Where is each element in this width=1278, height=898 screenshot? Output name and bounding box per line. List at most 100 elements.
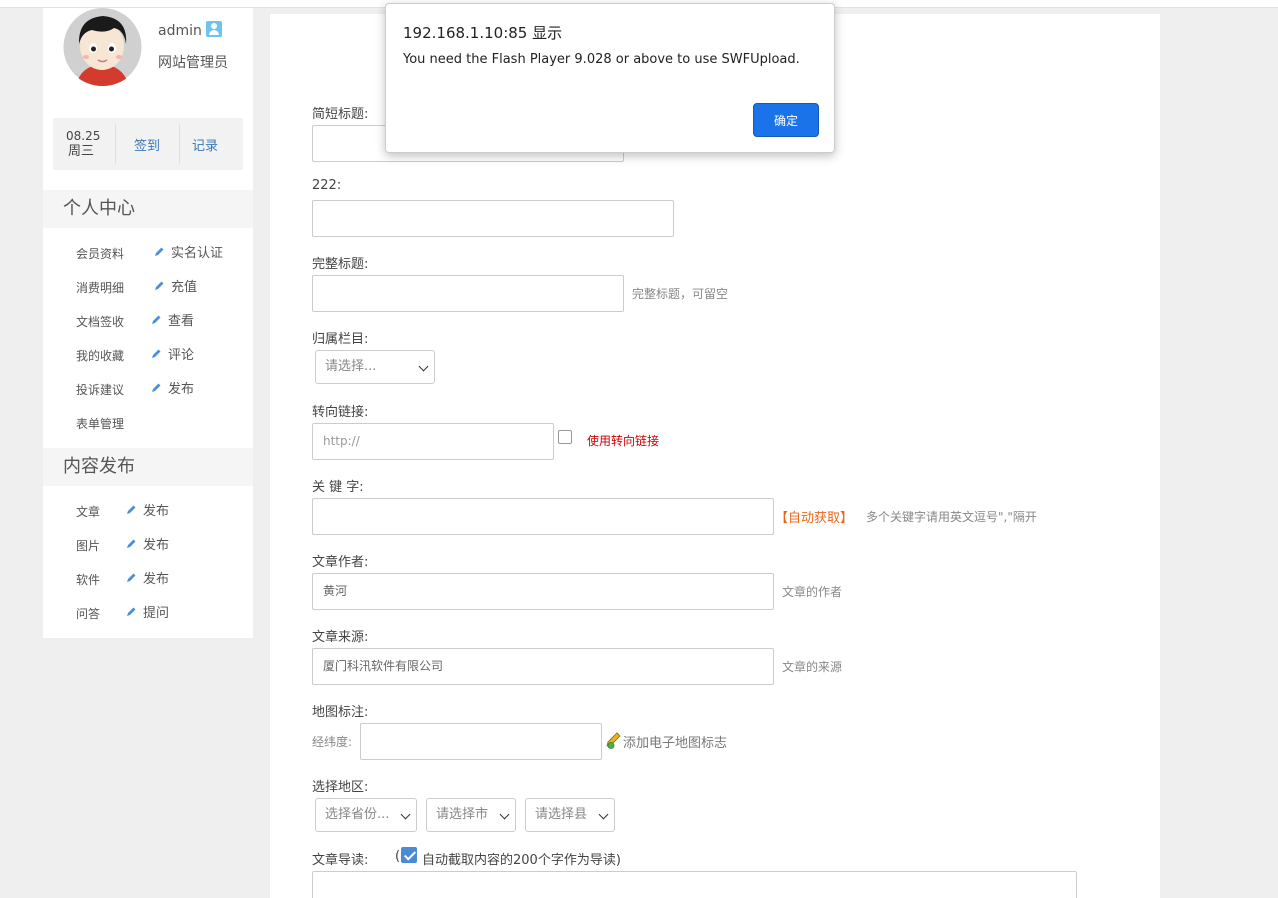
divider: [115, 124, 116, 164]
menu-row: 文档签收 查看: [43, 305, 253, 339]
menu-image[interactable]: 图片: [76, 529, 100, 563]
menu-realname-auth[interactable]: 实名认证: [153, 237, 223, 271]
menu-article[interactable]: 文章: [76, 495, 100, 529]
record-link[interactable]: 记录: [192, 135, 218, 154]
user-sidebar: admin 网站管理员 08.25 周三 签到 记录 个人中心 会员资料 实名认…: [43, 8, 253, 638]
menu-software-publish[interactable]: 发布: [125, 563, 169, 597]
menu-row: 投诉建议 发布: [43, 373, 253, 407]
signin-button[interactable]: 签到: [134, 135, 160, 154]
short-title-label: 简短标题:: [312, 107, 369, 122]
latlng-input[interactable]: [360, 723, 602, 760]
menu-row: 文章 发布: [43, 495, 253, 529]
menu-image-publish[interactable]: 发布: [125, 529, 169, 563]
category-select[interactable]: 请选择...: [315, 350, 435, 384]
menu-ask[interactable]: 提问: [125, 597, 169, 631]
full-title-label: 完整标题:: [312, 257, 369, 272]
menu-label: 发布: [143, 504, 170, 519]
menu-row: 表单管理: [43, 407, 253, 441]
auto-get-keywords-button[interactable]: 【自动获取】: [775, 507, 853, 526]
menu-comments[interactable]: 评论: [150, 339, 194, 373]
menu-consumption[interactable]: 消费明细: [76, 271, 124, 305]
section-personal-center: 个人中心: [43, 190, 253, 228]
category-value: 请选择...: [325, 359, 377, 374]
province-value: 选择省份...: [325, 807, 390, 822]
field-222-input[interactable]: [312, 200, 674, 237]
menu-doc-receipt[interactable]: 文档签收: [76, 305, 124, 339]
keywords-input[interactable]: [312, 498, 774, 535]
county-select[interactable]: 请选择县: [525, 798, 615, 832]
author-label: 文章作者:: [312, 555, 369, 570]
menu-qa[interactable]: 问答: [76, 597, 100, 631]
source-hint: 文章的来源: [782, 660, 843, 674]
county-value: 请选择县: [535, 807, 588, 822]
menu-label: 发布: [168, 382, 195, 397]
full-title-hint: 完整标题，可留空: [632, 287, 729, 301]
menu-row: 问答 提问: [43, 597, 253, 631]
author-input[interactable]: 黄河: [312, 573, 774, 610]
menu-publish[interactable]: 发布: [150, 373, 194, 407]
intro-label: 文章导读:: [312, 853, 369, 868]
redirect-url-input[interactable]: http://: [312, 423, 554, 460]
province-select[interactable]: 选择省份...: [315, 798, 417, 832]
avatar[interactable]: [62, 8, 143, 86]
menu-label: 实名认证: [171, 246, 224, 261]
intro-textarea[interactable]: [312, 871, 1077, 898]
keywords-hint: 多个关键字请用英文逗号","隔开: [866, 510, 1037, 524]
full-title-input[interactable]: [312, 275, 624, 312]
menu-complaints[interactable]: 投诉建议: [76, 373, 124, 407]
intro-paren: (: [395, 849, 401, 864]
pencil-icon: [127, 573, 136, 582]
menu-member-profile[interactable]: 会员资料: [76, 237, 124, 271]
redirect-checkbox-label[interactable]: 使用转向链接: [587, 432, 659, 449]
alert-origin: 192.168.1.10:85 显示: [403, 24, 563, 42]
weekday-text: 周三: [68, 144, 95, 159]
field-222-label: 222:: [312, 178, 342, 193]
chevron-down-icon: [499, 809, 510, 820]
alert-ok-button[interactable]: 确定: [753, 103, 819, 137]
menu-label: 发布: [143, 538, 170, 553]
add-map-marker-link[interactable]: 添加电子地图标志: [623, 732, 727, 751]
redirect-checkbox[interactable]: [558, 430, 572, 444]
menu-row: 软件 发布: [43, 563, 253, 597]
city-select[interactable]: 请选择市: [426, 798, 516, 832]
chevron-down-icon: [418, 361, 429, 372]
chevron-down-icon: [598, 809, 609, 820]
menu-label: 提问: [143, 606, 170, 621]
menu-row: 我的收藏 评论: [43, 339, 253, 373]
menu-row: 消费明细 充值: [43, 271, 253, 305]
pencil-icon: [127, 539, 136, 548]
user-verified-icon: [205, 21, 222, 37]
alert-message: You need the Flash Player 9.028 or above…: [403, 52, 800, 67]
source-input[interactable]: 厦门科汛软件有限公司: [312, 648, 774, 685]
menu-label: 发布: [143, 572, 170, 587]
auto-intro-label: 自动截取内容的200个字作为导读): [422, 853, 621, 868]
divider: [179, 124, 180, 164]
menu-row: 图片 发布: [43, 529, 253, 563]
latlng-label: 经纬度:: [312, 735, 353, 749]
menu-software[interactable]: 软件: [76, 563, 100, 597]
map-marker-pencil-icon[interactable]: [605, 732, 623, 750]
menu-label: 评论: [168, 348, 195, 363]
menu-label: 充值: [171, 280, 198, 295]
signin-box: 08.25 周三 签到 记录: [53, 118, 243, 170]
menu-article-publish[interactable]: 发布: [125, 495, 169, 529]
section-content-publish: 内容发布: [43, 448, 253, 486]
pencil-icon: [127, 505, 136, 514]
browser-alert-dialog: 192.168.1.10:85 显示 You need the Flash Pl…: [385, 3, 835, 153]
city-value: 请选择市: [436, 807, 489, 822]
pencil-icon: [152, 315, 161, 324]
region-label: 选择地区:: [312, 780, 369, 795]
pencil-icon: [127, 607, 136, 616]
pencil-icon: [152, 349, 161, 358]
menu-recharge[interactable]: 充值: [153, 271, 197, 305]
keywords-label: 关 键 字:: [312, 480, 364, 495]
pencil-icon: [155, 247, 164, 256]
author-hint: 文章的作者: [782, 585, 843, 599]
redirect-label: 转向链接:: [312, 405, 369, 420]
menu-view[interactable]: 查看: [150, 305, 194, 339]
auto-intro-checkbox[interactable]: [401, 847, 417, 863]
user-role: 网站管理员: [158, 55, 228, 71]
username: admin: [158, 21, 222, 39]
menu-form-manage[interactable]: 表单管理: [76, 407, 124, 441]
menu-favorites[interactable]: 我的收藏: [76, 339, 124, 373]
